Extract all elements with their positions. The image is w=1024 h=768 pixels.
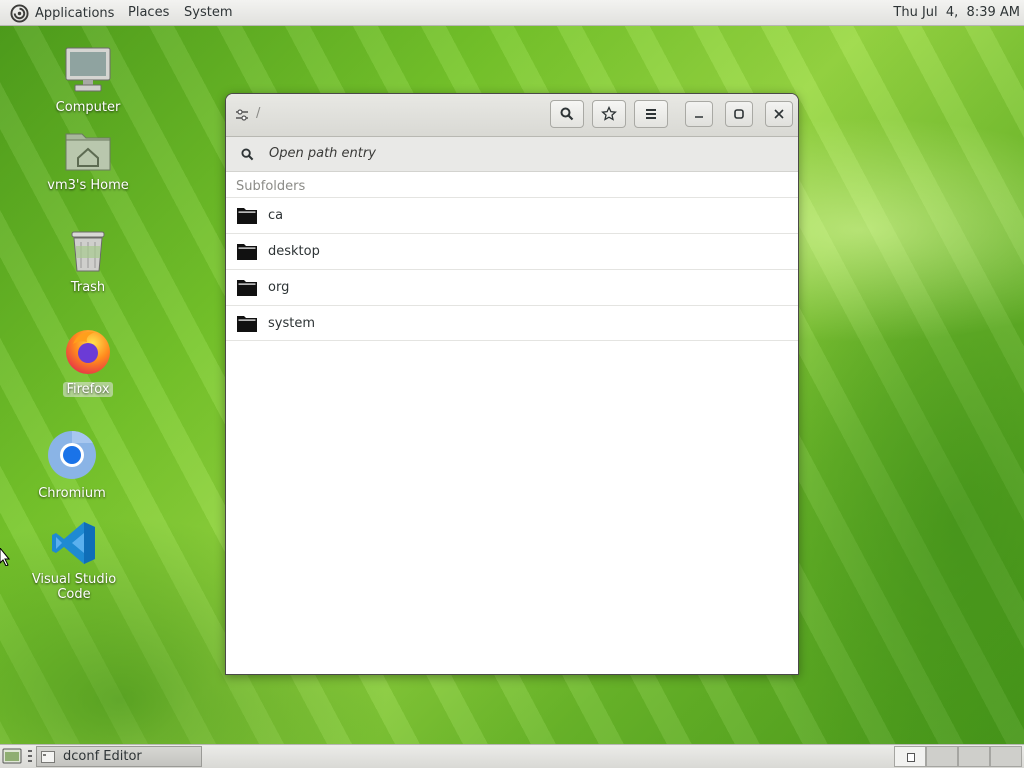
desktop-icon-label: Trash [70,280,106,295]
path-entry-bar[interactable]: Open path entry [226,137,798,172]
minimize-icon [695,116,703,118]
desktop-icon-label: Firefox [63,382,113,397]
folder-icon [237,208,257,224]
folder-icon [237,244,257,260]
folder-label: org [268,280,290,295]
computer-icon [65,47,111,92]
search-icon [241,148,254,161]
menu-button[interactable] [634,100,668,128]
star-icon [601,106,617,121]
show-desktop-icon[interactable] [2,747,22,765]
workspace-4[interactable] [990,746,1022,767]
mouse-pointer-icon [0,548,10,566]
desktop-icon-label: Computer [55,100,121,115]
header-bar: / [226,94,798,137]
search-icon [560,107,574,121]
search-button[interactable] [550,100,584,128]
folder-row-ca[interactable]: ca [226,197,798,233]
folder-row-org[interactable]: org [226,269,798,305]
system-menu[interactable]: System [184,5,232,20]
workspace-3[interactable] [958,746,990,767]
folder-label: desktop [268,244,320,259]
desktop-icon-home[interactable]: vm3's Home [38,128,138,193]
workspace-1[interactable] [894,746,926,767]
workspace-2[interactable] [926,746,958,767]
taskbar-item-label: dconf Editor [63,749,142,764]
folder-icon [237,316,257,332]
folder-row-system[interactable]: system [226,305,798,341]
maximize-icon [734,109,744,119]
desktop-icon-computer[interactable]: Computer [38,46,138,115]
desktop-icon-chromium[interactable]: Chromium [22,430,122,501]
settings-sliders-icon[interactable] [235,109,249,121]
top-panel: Applications Places System Thu Jul 4, 8:… [0,0,1024,26]
dconf-editor-window: / Open path entry Subfolders ca desktop … [225,93,799,675]
applications-menu[interactable]: Applications [10,3,114,23]
desktop-icon-trash[interactable]: Trash [38,228,138,295]
minimize-button[interactable] [685,101,713,127]
clock[interactable]: Thu Jul 4, 8:39 AM [893,5,1020,20]
desktop-icon-label: Chromium [38,486,106,501]
bottom-panel: dconf Editor [0,744,1024,768]
desktop-icon-label: Visual Studio Code [31,572,117,602]
folder-row-desktop[interactable]: desktop [226,233,798,269]
panel-handle[interactable] [28,750,32,764]
close-button[interactable] [765,101,793,127]
folder-label: system [268,316,315,331]
subfolders-heading: Subfolders [236,179,306,194]
path-entry-placeholder: Open path entry [269,146,376,161]
folder-icon [237,280,257,296]
current-path: / [256,106,261,121]
distro-logo-icon [10,3,29,23]
hamburger-menu-icon [646,109,656,119]
window-app-icon [41,750,55,763]
applications-menu-label: Applications [35,5,115,21]
folder-list: ca desktop org system [226,197,798,341]
desktop-icon-firefox[interactable]: Firefox [38,326,138,397]
places-menu[interactable]: Places [128,5,169,20]
bookmarks-button[interactable] [592,100,626,128]
desktop-icon-vscode[interactable]: Visual Studio Code [12,520,136,602]
folder-label: ca [268,208,284,223]
close-icon [774,109,784,119]
desktop-icon-label: vm3's Home [47,178,129,193]
vscode-icon [52,522,95,564]
maximize-button[interactable] [725,101,753,127]
taskbar-item-dconf-editor[interactable]: dconf Editor [36,746,202,767]
home-folder-icon [65,133,111,171]
trash-icon [71,231,105,272]
chromium-icon [48,431,96,479]
firefox-icon [66,330,110,374]
